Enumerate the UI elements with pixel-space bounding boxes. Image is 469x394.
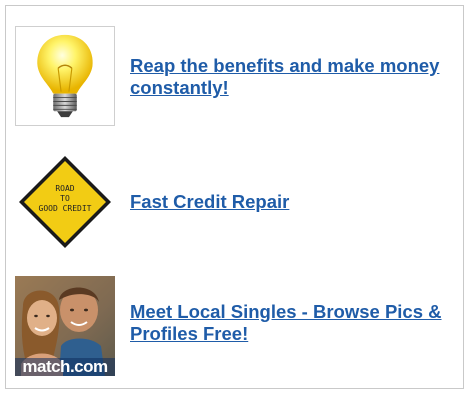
ad-item-meet-local-singles[interactable]: match.com Meet Local Singles - Browse Pi… xyxy=(15,276,455,376)
sign-text-road: ROAD xyxy=(55,184,74,193)
ad-thumbnail[interactable]: ROAD TO GOOD CREDIT xyxy=(15,152,115,252)
ad-thumbnail[interactable]: match.com xyxy=(15,276,115,376)
sign-text-to: TO xyxy=(60,194,70,203)
ad-link[interactable]: Meet Local Singles - Browse Pics & Profi… xyxy=(130,301,450,345)
ad-item-fast-credit-repair[interactable]: ROAD TO GOOD CREDIT Fast Credit Repair xyxy=(15,152,455,252)
ad-item-reap-benefits[interactable]: Reap the benefits and make money constan… xyxy=(15,26,455,126)
match-logo: match.com xyxy=(15,358,115,376)
sign-text-good-credit: GOOD CREDIT xyxy=(39,204,92,213)
lightbulb-icon xyxy=(37,34,93,118)
ad-link[interactable]: Reap the benefits and make money constan… xyxy=(130,55,450,99)
ad-thumbnail[interactable] xyxy=(15,26,115,126)
ad-box: Reap the benefits and make money constan… xyxy=(5,5,464,389)
ad-link[interactable]: Fast Credit Repair xyxy=(130,191,450,213)
road-sign-icon: ROAD TO GOOD CREDIT xyxy=(19,156,111,248)
